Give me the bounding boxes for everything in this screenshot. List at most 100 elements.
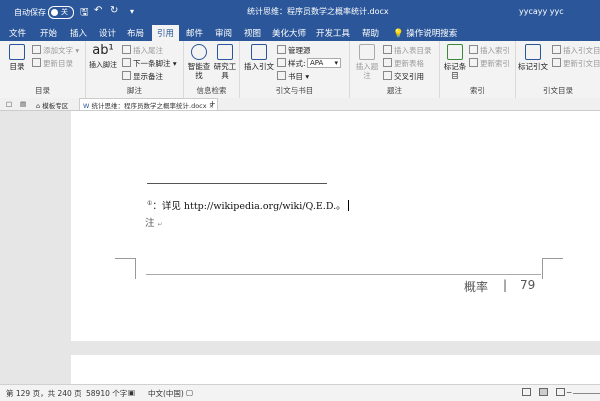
tab-mailings[interactable]: 邮件 — [186, 27, 203, 39]
update-toa-button[interactable]: 更新引文目 — [552, 58, 600, 69]
undo-icon[interactable]: ↶ — [94, 5, 102, 16]
manage-sources-button[interactable]: 管理源 — [277, 45, 311, 56]
smart-lookup-button[interactable]: 智能查找 — [187, 44, 211, 80]
insert-caption-icon — [359, 44, 375, 60]
bibliography-label: 书目 — [288, 72, 303, 81]
add-tab-icon[interactable]: + — [209, 99, 216, 108]
note-label-text: 注 — [145, 218, 155, 229]
insert-caption-button[interactable]: 插入题注 — [353, 44, 381, 80]
smart-lookup-icon — [191, 44, 207, 60]
web-layout-icon[interactable] — [556, 388, 565, 396]
update-index-button[interactable]: 更新索引 — [469, 58, 510, 69]
bibliography-button[interactable]: 书目 ▾ — [277, 71, 309, 82]
tab-references[interactable]: 引用 — [152, 25, 180, 41]
group-label-footnotes: 脚注 — [127, 86, 142, 95]
redo-icon[interactable]: ↻ — [110, 5, 118, 16]
tell-me-search[interactable]: 💡 操作说明搜索 — [393, 27, 457, 39]
group-footnotes: ab¹ 插入脚注 插入尾注 下一条脚注 ▾ 显示备注 脚注 — [86, 41, 184, 98]
update-table-label: 更新表格 — [394, 59, 424, 68]
new-doc-icon[interactable]: □ — [6, 100, 12, 108]
insert-endnote-button[interactable]: 插入尾注 — [122, 45, 163, 56]
current-doc-tab[interactable]: W 统计思维：程序员数学之概率统计.docx × — [79, 98, 219, 110]
insert-citation-button[interactable]: 插入引文 — [243, 44, 275, 71]
insert-tof-button[interactable]: 插入表目录 — [383, 45, 432, 56]
add-text-button[interactable]: 添加文字 ▾ — [32, 45, 79, 56]
autosave-label: 自动保存 — [14, 8, 46, 17]
save-icon[interactable]: 🖫 — [80, 5, 89, 22]
bibliography-icon — [277, 71, 286, 80]
next-footnote-icon — [122, 58, 131, 67]
researcher-button[interactable]: 研究工具 — [213, 44, 237, 80]
footnote-text[interactable]: ①：详见 http://wikipedia.org/wiki/Q.E.D.。 — [147, 198, 349, 212]
user-name[interactable]: yycayy yyc — [519, 7, 564, 16]
mark-entry-button[interactable]: 标记条目 — [443, 44, 467, 80]
zoom-slider[interactable] — [573, 393, 600, 394]
group-captions: 插入题注 插入表目录 更新表格 交叉引用 题注 — [350, 41, 440, 98]
crop-mark-left — [115, 258, 136, 279]
tab-home[interactable]: 开始 — [40, 27, 57, 39]
update-toc-label: 更新目录 — [43, 59, 73, 68]
group-label-index: 索引 — [470, 86, 485, 95]
update-table-icon — [383, 58, 392, 67]
status-bar: 第 129 页，共 240 页 58910 个字 ▣ 中文(中国) ▢ − — [0, 384, 600, 401]
folder-icon[interactable]: ▤ — [20, 100, 26, 108]
tab-review[interactable]: 审阅 — [215, 27, 232, 39]
tab-design[interactable]: 设计 — [99, 27, 116, 39]
tab-developer[interactable]: 开发工具 — [316, 27, 350, 39]
tab-beautify[interactable]: 美化大师 — [272, 27, 306, 39]
cross-reference-button[interactable]: 交叉引用 — [383, 71, 424, 82]
document-canvas[interactable]: ①：详见 http://wikipedia.org/wiki/Q.E.D.。 注… — [0, 111, 600, 384]
group-label-toa: 引文目录 — [543, 86, 573, 95]
tab-help[interactable]: 帮助 — [362, 27, 379, 39]
group-index: 标记条目 插入索引 更新索引 索引 — [440, 41, 516, 98]
ribbon-tabs: 文件 开始 插入 设计 布局 引用 邮件 审阅 视图 美化大师 开发工具 帮助 … — [0, 24, 600, 41]
update-index-label: 更新索引 — [480, 59, 510, 68]
template-tab[interactable]: ⌂ 模板专区 — [36, 100, 68, 110]
tab-insert[interactable]: 插入 — [70, 27, 87, 39]
print-layout-icon[interactable] — [539, 388, 548, 396]
group-label-research: 信息检索 — [196, 86, 227, 95]
autosave-toggle[interactable]: 关 — [48, 6, 74, 19]
macro-icon[interactable]: ▢ — [186, 388, 193, 397]
show-notes-button[interactable]: 显示备注 — [122, 71, 163, 82]
tab-view[interactable]: 视图 — [244, 27, 261, 39]
footer-separator: | — [503, 278, 508, 292]
mark-entry-icon — [447, 44, 463, 60]
insert-footnote-button[interactable]: ab¹ 插入脚注 — [88, 44, 118, 70]
read-mode-icon[interactable] — [522, 388, 531, 396]
footer-rule — [146, 274, 541, 275]
citation-style-select[interactable]: APA ▾ — [307, 58, 341, 68]
insert-citation-icon — [251, 44, 267, 60]
zoom-out-icon[interactable]: − — [566, 388, 572, 397]
document-tabs: □ ▤ ⌂ 模板专区 W 统计思维：程序员数学之概率统计.docx × + — [0, 98, 600, 111]
document-page[interactable]: ①：详见 http://wikipedia.org/wiki/Q.E.D.。 注… — [71, 111, 600, 341]
mark-citation-button[interactable]: 标记引文 — [518, 44, 548, 71]
insert-index-button[interactable]: 插入索引 — [469, 45, 510, 56]
group-label-toc: 目录 — [35, 86, 50, 95]
word-count[interactable]: 58910 个字 — [86, 388, 127, 399]
customize-toolbar-icon[interactable]: ▾ — [130, 7, 134, 16]
insert-toa-button[interactable]: 插入引文目 — [552, 45, 600, 56]
manage-sources-icon — [277, 45, 286, 54]
tab-file[interactable]: 文件 — [9, 27, 26, 39]
researcher-label: 研究工具 — [213, 62, 237, 80]
document-title: 统计思维：程序员数学之概率统计.docx — [247, 7, 389, 16]
style-label-text: 样式: — [288, 59, 306, 68]
add-text-label: 添加文字 — [43, 46, 73, 55]
toc-label: 目录 — [9, 62, 25, 71]
language-status[interactable]: 中文(中国) — [148, 388, 184, 399]
update-toc-button[interactable]: 更新目录 — [32, 58, 73, 69]
group-research: 智能查找 研究工具 信息检索 — [184, 41, 240, 98]
next-page[interactable] — [71, 355, 600, 384]
toc-button[interactable]: 目录 — [6, 44, 28, 71]
update-table-button[interactable]: 更新表格 — [383, 58, 424, 69]
update-toa-label: 更新引文目 — [563, 59, 600, 68]
next-footnote-button[interactable]: 下一条脚注 ▾ — [122, 58, 177, 69]
chevron-down-icon: ▾ — [334, 59, 338, 67]
researcher-icon — [217, 44, 233, 60]
insert-endnote-label: 插入尾注 — [133, 46, 163, 55]
page-count[interactable]: 第 129 页，共 240 页 — [6, 388, 82, 399]
tab-layout[interactable]: 布局 — [127, 27, 144, 39]
proofing-icon[interactable]: ▣ — [128, 388, 135, 397]
page-footer[interactable]: 概率 | 79 — [464, 278, 535, 295]
